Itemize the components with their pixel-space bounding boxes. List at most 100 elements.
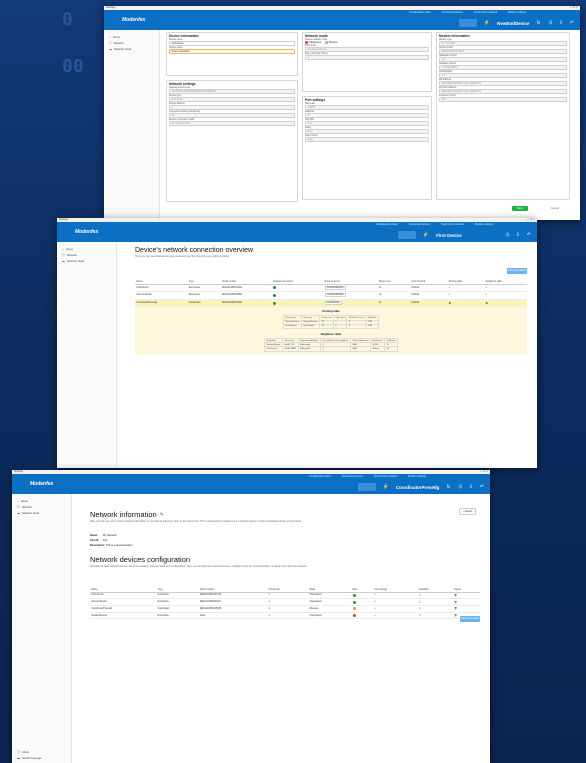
data-bits-select[interactable]: 8 [305,113,429,118]
tab-configuration-panel[interactable]: Configuration panel [404,11,436,14]
edit-icon[interactable]: ✎ [417,598,453,606]
plug-icon[interactable]: ⚡ [423,232,429,238]
tab-modem-settings[interactable]: Modem settings [503,11,531,14]
sidebar-item-network-cloud[interactable]: ☁ Network cloud [57,258,116,264]
connection-mode-select[interactable]: Set as interlocked [169,121,295,126]
network-description: This is a demonstration [105,544,133,547]
route-select[interactable]: First Device [324,301,342,306]
sidebar: ⌂ Home ☷ Network ☁ Network cloud [104,30,160,220]
refresh-icon[interactable]: ↻ [446,484,450,490]
tab-connected-devices[interactable]: Connected devices [337,475,368,478]
trash-icon[interactable]: 🗑 [452,592,480,600]
network-icon: ☷ [62,253,65,257]
role-status-dot [352,600,356,604]
device-selector[interactable]: CoordinatorPresetlg [396,485,440,490]
save-button[interactable]: Save [512,206,528,211]
refresh-icon[interactable]: ⤨ [505,232,509,238]
trash-icon[interactable]: 🗑 [452,598,480,606]
table-row[interactable]: Second Device End device 0E0A4C0D8C2F0C7 1 T… [90,598,480,606]
sidebar-item-switch-language[interactable]: ▬ Switch language [12,755,47,761]
routing-table-icon[interactable]: ≡ [447,284,485,293]
connect-button[interactable] [458,19,477,27]
tab-synchronize-network[interactable]: Synchronize network [469,11,502,14]
header-tabs: Configuration panel Connected devices Sy… [404,11,531,14]
parity-select[interactable]: None [305,129,429,134]
trash-icon[interactable]: 🗑 [452,605,480,613]
tab-configuration-panel[interactable]: Configuration panel [304,475,336,478]
port-settings-icon[interactable]: ≡ [372,612,418,620]
neighbour-table-icon[interactable]: ≡ [484,291,527,300]
sidebar-item-network-cloud[interactable]: ☁ Network cloud [104,46,159,52]
device-name-input[interactable]: First Device [169,41,295,46]
edit-icon[interactable]: ✎ [417,605,453,613]
neighbour-table-icon[interactable]: ≡ [484,284,527,293]
radio-wireless[interactable]: Wireless [324,41,337,44]
shuffle-icon[interactable]: ⤨ [548,20,552,26]
tab-modem-settings[interactable]: Modem settings [403,475,431,478]
table-row[interactable]: NewEndDevice End device None 1 Transparent ≡… [90,612,480,620]
pan-mode-select[interactable]: Broadcast address [305,47,429,53]
frequency-band-field: 433 [439,97,567,102]
port-settings-icon[interactable]: ≡ [372,605,418,613]
stop-bits-select[interactable]: One [305,121,429,126]
flow-control-select[interactable]: None [305,137,429,142]
download-icon[interactable]: ⇩ [469,484,473,490]
background-digits: 00 [62,56,84,77]
export-button[interactable]: ⇪ Export [458,508,476,515]
network-key-input[interactable]: 41728D0CFF1D364B9EF0F5B29C36EB3C [169,89,295,94]
table-row[interactable]: First Device End device 0E0A4C0D8C2A04 Coo… [135,284,527,293]
refresh-icon[interactable]: ↻ [536,20,540,26]
tab-connected-devices[interactable]: Connected devices [404,223,435,226]
table-row[interactable]: First Device End device 0E0A4C0D8C2F72D 1 Tr… [90,592,480,600]
device-notes-input[interactable]: Device description [169,49,295,54]
connection-chain-input[interactable]: 32 [169,113,295,118]
radio-transparent[interactable]: Transparent [305,41,321,44]
table-row[interactable]: Second Device End device 0E0A4C0D8C2B02 Co… [135,291,527,300]
route-select[interactable]: Coordinator/Firs [324,285,346,290]
undo-icon[interactable]: ↶ [570,20,574,26]
tab-modem-settings[interactable]: Modem settings [470,223,498,226]
routing-table-icon[interactable]: ⇆ [447,299,485,308]
retry-input[interactable]: 3 [305,55,429,61]
connection-status-dot [272,286,276,290]
device-selector[interactable]: NewEndDevice [497,21,529,26]
tab-synchronize-network[interactable]: Synchronize network [369,475,402,478]
undo-icon[interactable]: ↶ [527,232,531,238]
edit-icon[interactable]: ✎ [417,612,453,620]
table-row: First Device First Device 11 1 0 1733 [282,323,379,329]
connection-status-dot [272,301,276,305]
port-settings-icon[interactable]: ≡ [372,598,418,606]
page-title: Network information [90,510,157,519]
download-icon[interactable]: ⇩ [516,232,520,238]
device-selector[interactable]: First Device [436,233,462,238]
app-header: Modenfex Configuration panel Connected d… [104,10,580,30]
routing-table-icon[interactable]: ≡ [447,291,485,300]
device-address-input[interactable]: 1 [169,105,295,110]
baud-rate-select[interactable]: 115200 [305,105,429,110]
tab-connected-devices[interactable]: Connected devices [437,11,468,14]
hardware-version-field: 1.0 [439,57,567,62]
neighbour-table-icon[interactable]: ⇆ [484,299,527,308]
download-icon[interactable]: ⇩ [559,20,563,26]
add-device-button[interactable]: Add a new device [460,616,480,622]
pencil-icon[interactable]: ✎ [160,512,164,518]
plug-icon[interactable]: ⚡ [484,20,490,26]
network-mode-panel: Network mode Device network mode Transpa… [302,32,432,92]
table-row[interactable]: CoordinatorPresetlg Coordinator 0E0A4C0D8C… [90,605,480,613]
edit-icon[interactable]: ✎ [417,592,453,600]
cancel-button[interactable]: Cancel [551,206,559,211]
expanded-details: Routing table Destination Next hop Route c… [135,307,527,355]
undo-icon[interactable]: ↶ [480,484,484,490]
tab-configuration-panel[interactable]: Configuration panel [371,223,403,226]
connect-button[interactable] [397,231,416,239]
device-type-select[interactable]: End device [169,97,295,102]
connect-button[interactable] [357,483,376,491]
shuffle-icon[interactable]: ⤨ [458,484,462,490]
sidebar-item-network-cloud[interactable]: ☁ Network cloud [12,510,71,516]
add-device-button[interactable]: Add a new device [507,268,527,274]
tab-synchronize-network[interactable]: Synchronize network [436,223,469,226]
plug-icon[interactable]: ⚡ [383,484,389,490]
port-settings-icon[interactable]: ≡ [372,592,418,600]
table-row-selected[interactable]: CoordinatorPresetlg Coordinator 0E0A4C0D8C… [135,299,527,308]
route-select[interactable]: Coordinator/Firs [324,293,346,298]
